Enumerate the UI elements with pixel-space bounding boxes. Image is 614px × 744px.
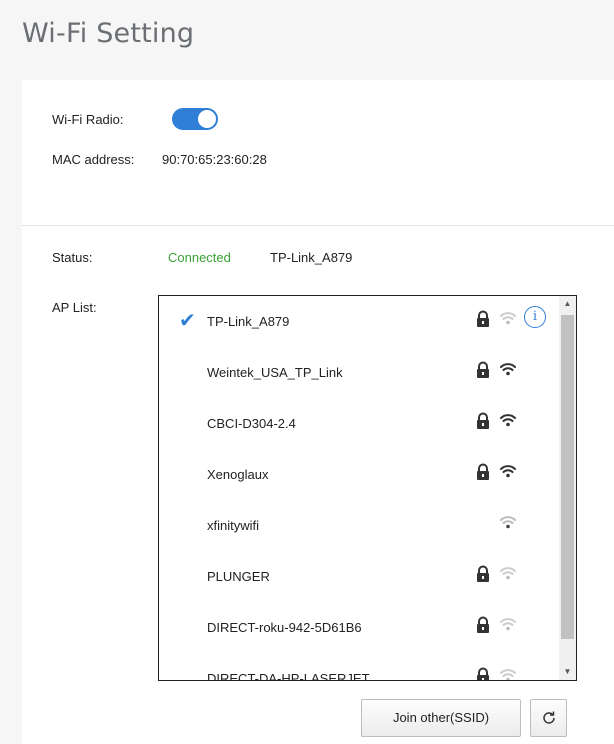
mac-address-value: 90:70:65:23:60:28 [162, 152, 267, 167]
lock-icon [477, 565, 489, 582]
ap-list-scrollbar[interactable]: ▲ ▼ [559, 296, 576, 680]
lock-icon [477, 616, 489, 633]
ap-list-label: AP List: [52, 300, 97, 315]
scroll-thumb[interactable] [561, 315, 574, 639]
wifi-signal-icon [500, 465, 516, 478]
refresh-icon [543, 711, 555, 724]
wifi-setting-page: Wi-Fi Setting Wi-Fi Radio: MAC address: … [0, 0, 614, 744]
wifi-radio-toggle[interactable] [172, 108, 218, 130]
ap-name: xfinitywifi [207, 518, 260, 533]
wifi-signal-icon [500, 312, 516, 325]
scroll-down-arrow-icon[interactable]: ▼ [559, 664, 576, 680]
lock-icon [477, 310, 489, 327]
wifi-signal-icon [500, 567, 516, 580]
ap-name: PLUNGER [207, 569, 270, 584]
scroll-up-arrow-icon[interactable]: ▲ [559, 296, 576, 312]
ap-name: TP-Link_A879 [207, 314, 290, 329]
section-divider [22, 225, 614, 226]
join-other-ssid-button[interactable]: Join other(SSID) [361, 699, 521, 737]
wifi-signal-icon [500, 363, 516, 376]
lock-icon [477, 667, 489, 680]
ap-list-item[interactable]: PLUNGER [159, 557, 559, 597]
checkmark-icon: ✔ [179, 310, 196, 332]
status-label: Status: [52, 250, 93, 265]
lock-icon [477, 412, 489, 429]
lock-icon [477, 463, 489, 480]
ap-list-item[interactable]: xfinitywifi [159, 506, 559, 546]
settings-panel: Wi-Fi Radio: MAC address: 90:70:65:23:60… [22, 80, 614, 744]
wifi-signal-icon [500, 516, 516, 529]
ap-name: DIRECT-roku-942-5D61B6 [207, 620, 362, 635]
info-icon[interactable]: i [524, 306, 546, 328]
ap-name: Xenoglaux [207, 467, 269, 482]
status-connected: Connected [168, 250, 231, 265]
wifi-signal-icon [500, 669, 516, 680]
toggle-knob [198, 110, 216, 128]
ap-name: DIRECT-DA-HP-LASERJET [207, 671, 370, 681]
wifi-signal-icon [500, 414, 516, 427]
ap-list-item[interactable]: Xenoglaux [159, 455, 559, 495]
ap-list[interactable]: DIRECT-DA-HP-LASERJET DIRECT-roku-942-5D6… [158, 295, 577, 681]
status-network-name: TP-Link_A879 [270, 250, 353, 265]
ap-list-item[interactable]: CBCI-D304-2.4 [159, 404, 559, 444]
refresh-button[interactable] [530, 699, 567, 737]
page-title: Wi-Fi Setting [22, 18, 195, 49]
ap-list-item[interactable]: Weintek_USA_TP_Link [159, 353, 559, 393]
ap-list-item[interactable]: ✔ TP-Link_A879 i [159, 302, 559, 342]
wifi-radio-label: Wi-Fi Radio: [52, 112, 124, 127]
wifi-signal-icon [500, 618, 516, 631]
ap-name: Weintek_USA_TP_Link [207, 365, 343, 380]
ap-name: CBCI-D304-2.4 [207, 416, 296, 431]
ap-list-item[interactable]: DIRECT-roku-942-5D61B6 [159, 608, 559, 648]
ap-list-item[interactable]: DIRECT-DA-HP-LASERJET [159, 659, 559, 681]
mac-address-label: MAC address: [52, 152, 135, 167]
lock-icon [477, 361, 489, 378]
